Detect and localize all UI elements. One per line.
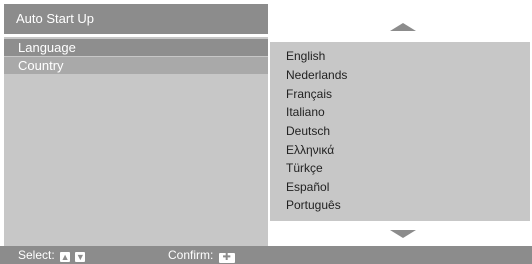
menu-item-country[interactable]: Country xyxy=(4,57,268,74)
header-divider xyxy=(4,34,268,37)
option-espanol[interactable]: Español xyxy=(286,178,516,197)
menu-panel: Auto Start Up Language Country xyxy=(4,4,268,246)
option-portugues[interactable]: Português xyxy=(286,196,516,215)
option-italiano[interactable]: Italiano xyxy=(286,103,516,122)
footer-bar: Select: ▲ ▼ Confirm: ✚ xyxy=(0,246,532,264)
footer-select-hint: Select: ▲ ▼ xyxy=(18,246,86,264)
confirm-label: Confirm: xyxy=(168,248,214,262)
scroll-up-arrow-icon[interactable] xyxy=(390,23,416,31)
arrow-down-key-icon: ▼ xyxy=(75,252,86,262)
select-label: Select: xyxy=(18,248,55,262)
option-greek[interactable]: Ελληνικά xyxy=(286,141,516,160)
option-turkce[interactable]: Türkçe xyxy=(286,159,516,178)
option-francais[interactable]: Français xyxy=(286,85,516,104)
language-options-list: English Nederlands Français Italiano Deu… xyxy=(270,42,530,221)
panel-title: Auto Start Up xyxy=(4,4,268,34)
footer-confirm-hint: Confirm: ✚ xyxy=(168,246,235,264)
option-english[interactable]: English xyxy=(286,47,516,66)
menu-item-language[interactable]: Language xyxy=(4,39,268,56)
arrow-up-key-icon: ▲ xyxy=(60,252,71,262)
enter-key-icon: ✚ xyxy=(218,253,235,263)
option-deutsch[interactable]: Deutsch xyxy=(286,122,516,141)
option-nederlands[interactable]: Nederlands xyxy=(286,66,516,85)
scroll-down-arrow-icon[interactable] xyxy=(390,230,416,238)
